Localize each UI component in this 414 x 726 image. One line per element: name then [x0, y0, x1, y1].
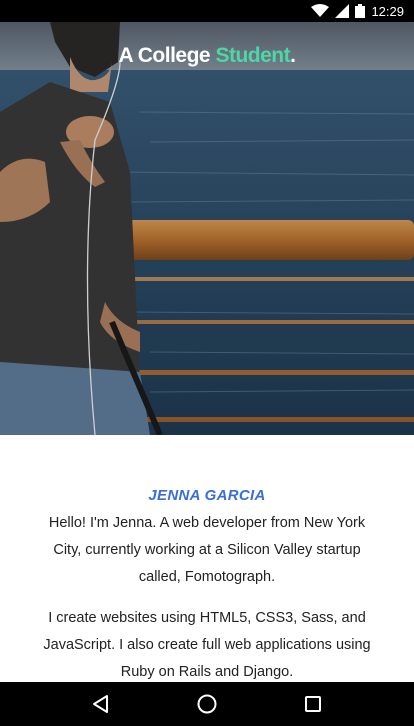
signal-icon: [335, 4, 350, 18]
bio-section: JENNA GARCIA Hello! I'm Jenna. A web dev…: [0, 435, 414, 682]
home-button[interactable]: [187, 684, 227, 724]
nav-bar: [0, 682, 414, 726]
back-icon: [93, 695, 108, 713]
back-button[interactable]: [81, 684, 121, 724]
recents-button[interactable]: [293, 684, 333, 724]
hero-title-prefix: A College: [118, 44, 216, 67]
hero-title: A College Student.: [0, 44, 414, 68]
home-icon: [197, 694, 217, 714]
status-time: 12:29: [371, 3, 404, 19]
hero-title-suffix: .: [290, 44, 296, 67]
bio-name: JENNA GARCIA: [148, 487, 266, 504]
recents-icon: [305, 696, 321, 712]
wifi-icon: [311, 4, 330, 17]
battery-icon: [355, 4, 366, 18]
bio-paragraph: I create websites using HTML5, CSS3, Sas…: [43, 610, 371, 680]
bio-paragraph: Hello! I'm Jenna. A web developer from N…: [48, 515, 366, 585]
hero-title-accent: Student: [215, 44, 291, 67]
hero-section: A College Student.: [0, 22, 414, 435]
hero-photo: [0, 22, 414, 435]
status-bar: 12:29: [0, 0, 414, 22]
